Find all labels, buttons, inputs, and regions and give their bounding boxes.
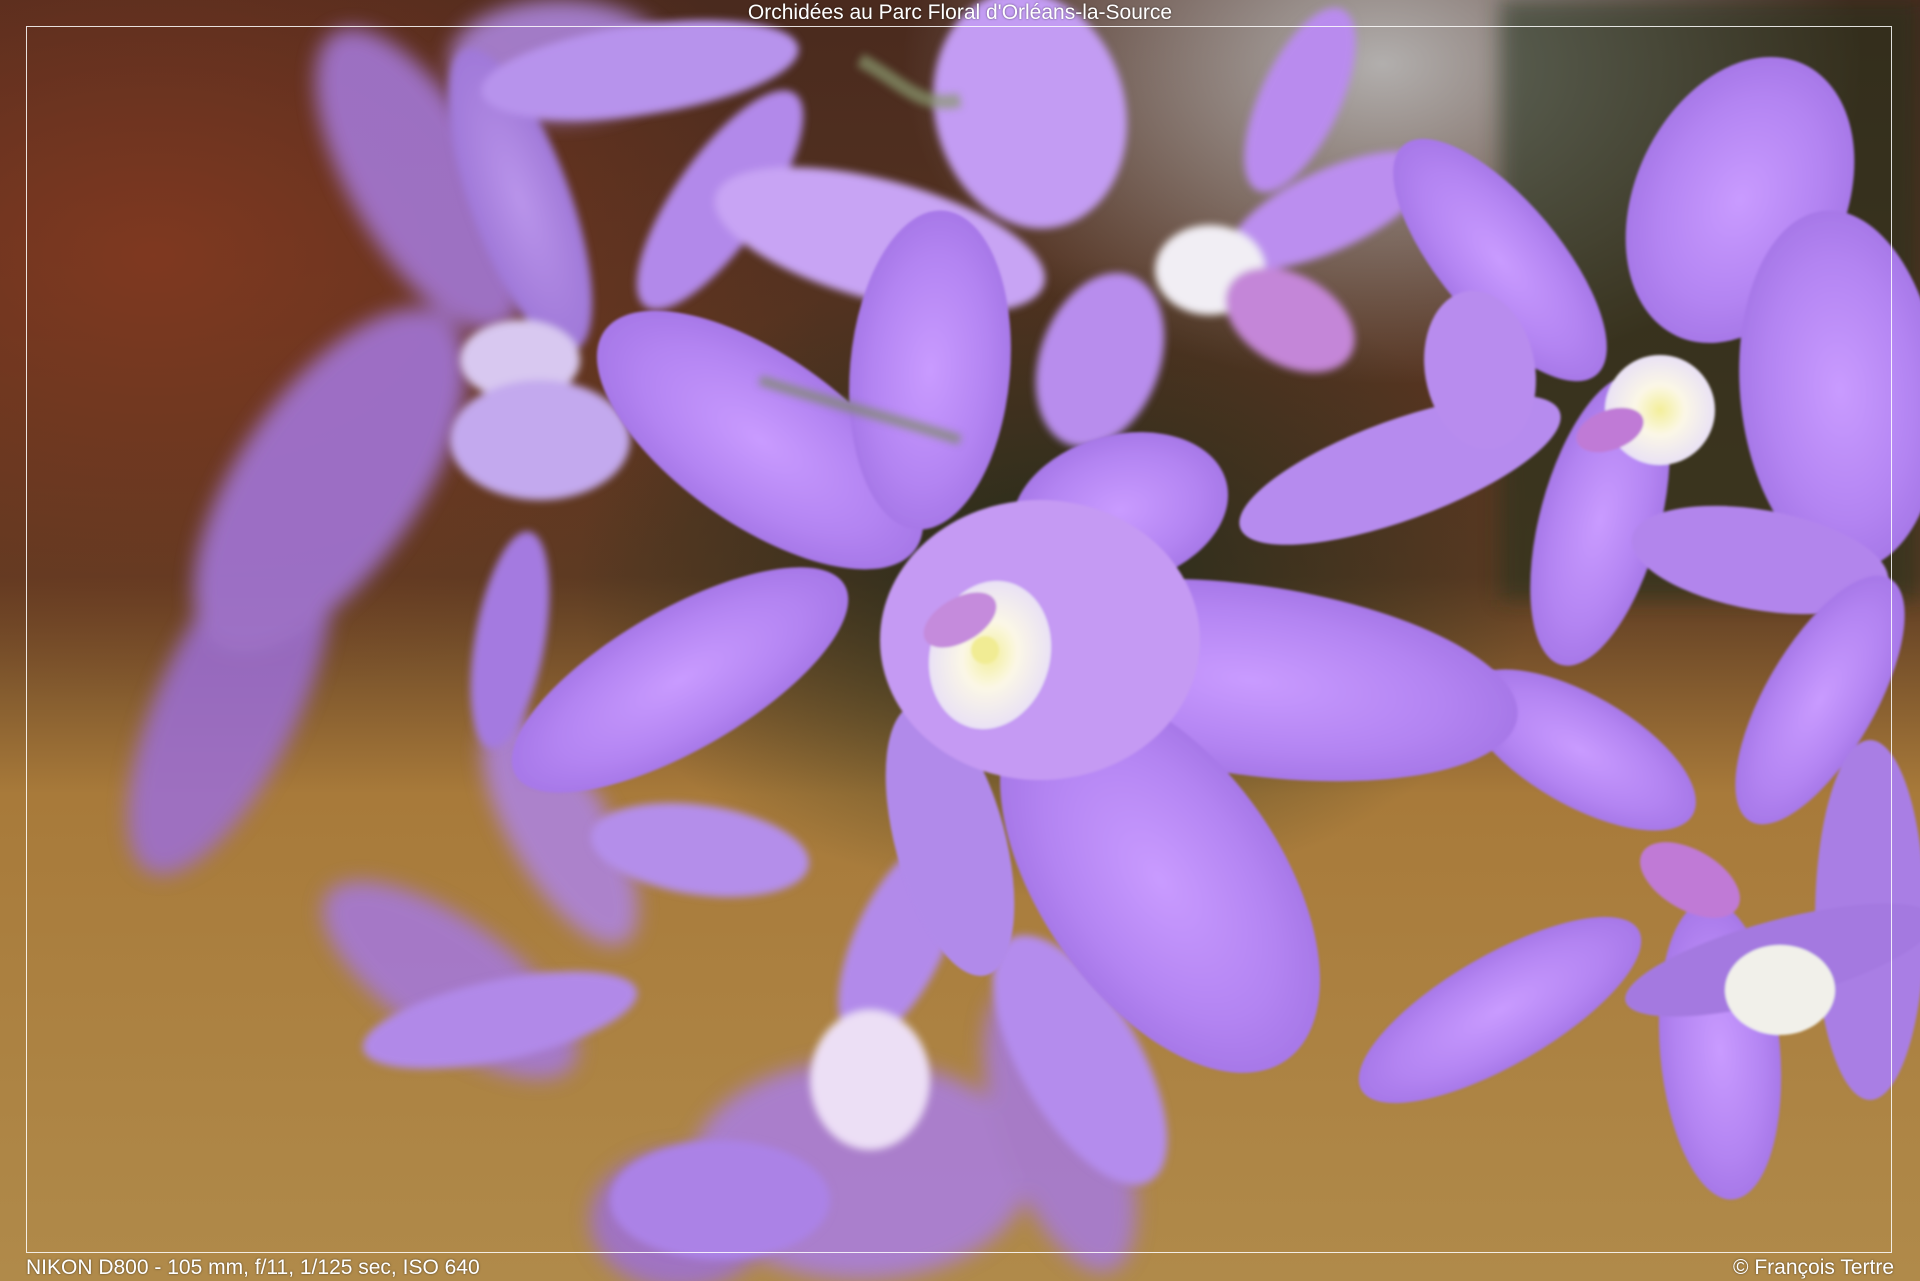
photo-frame: Orchidées au Parc Floral d'Orléans-la-So… xyxy=(0,0,1920,1281)
copyright-caption: © François Tertre xyxy=(1733,1256,1894,1279)
camera-exif-caption: NIKON D800 - 105 mm, f/11, 1/125 sec, IS… xyxy=(26,1256,480,1279)
orchid-photograph xyxy=(0,0,1920,1281)
photo-title: Orchidées au Parc Floral d'Orléans-la-So… xyxy=(747,1,1173,24)
